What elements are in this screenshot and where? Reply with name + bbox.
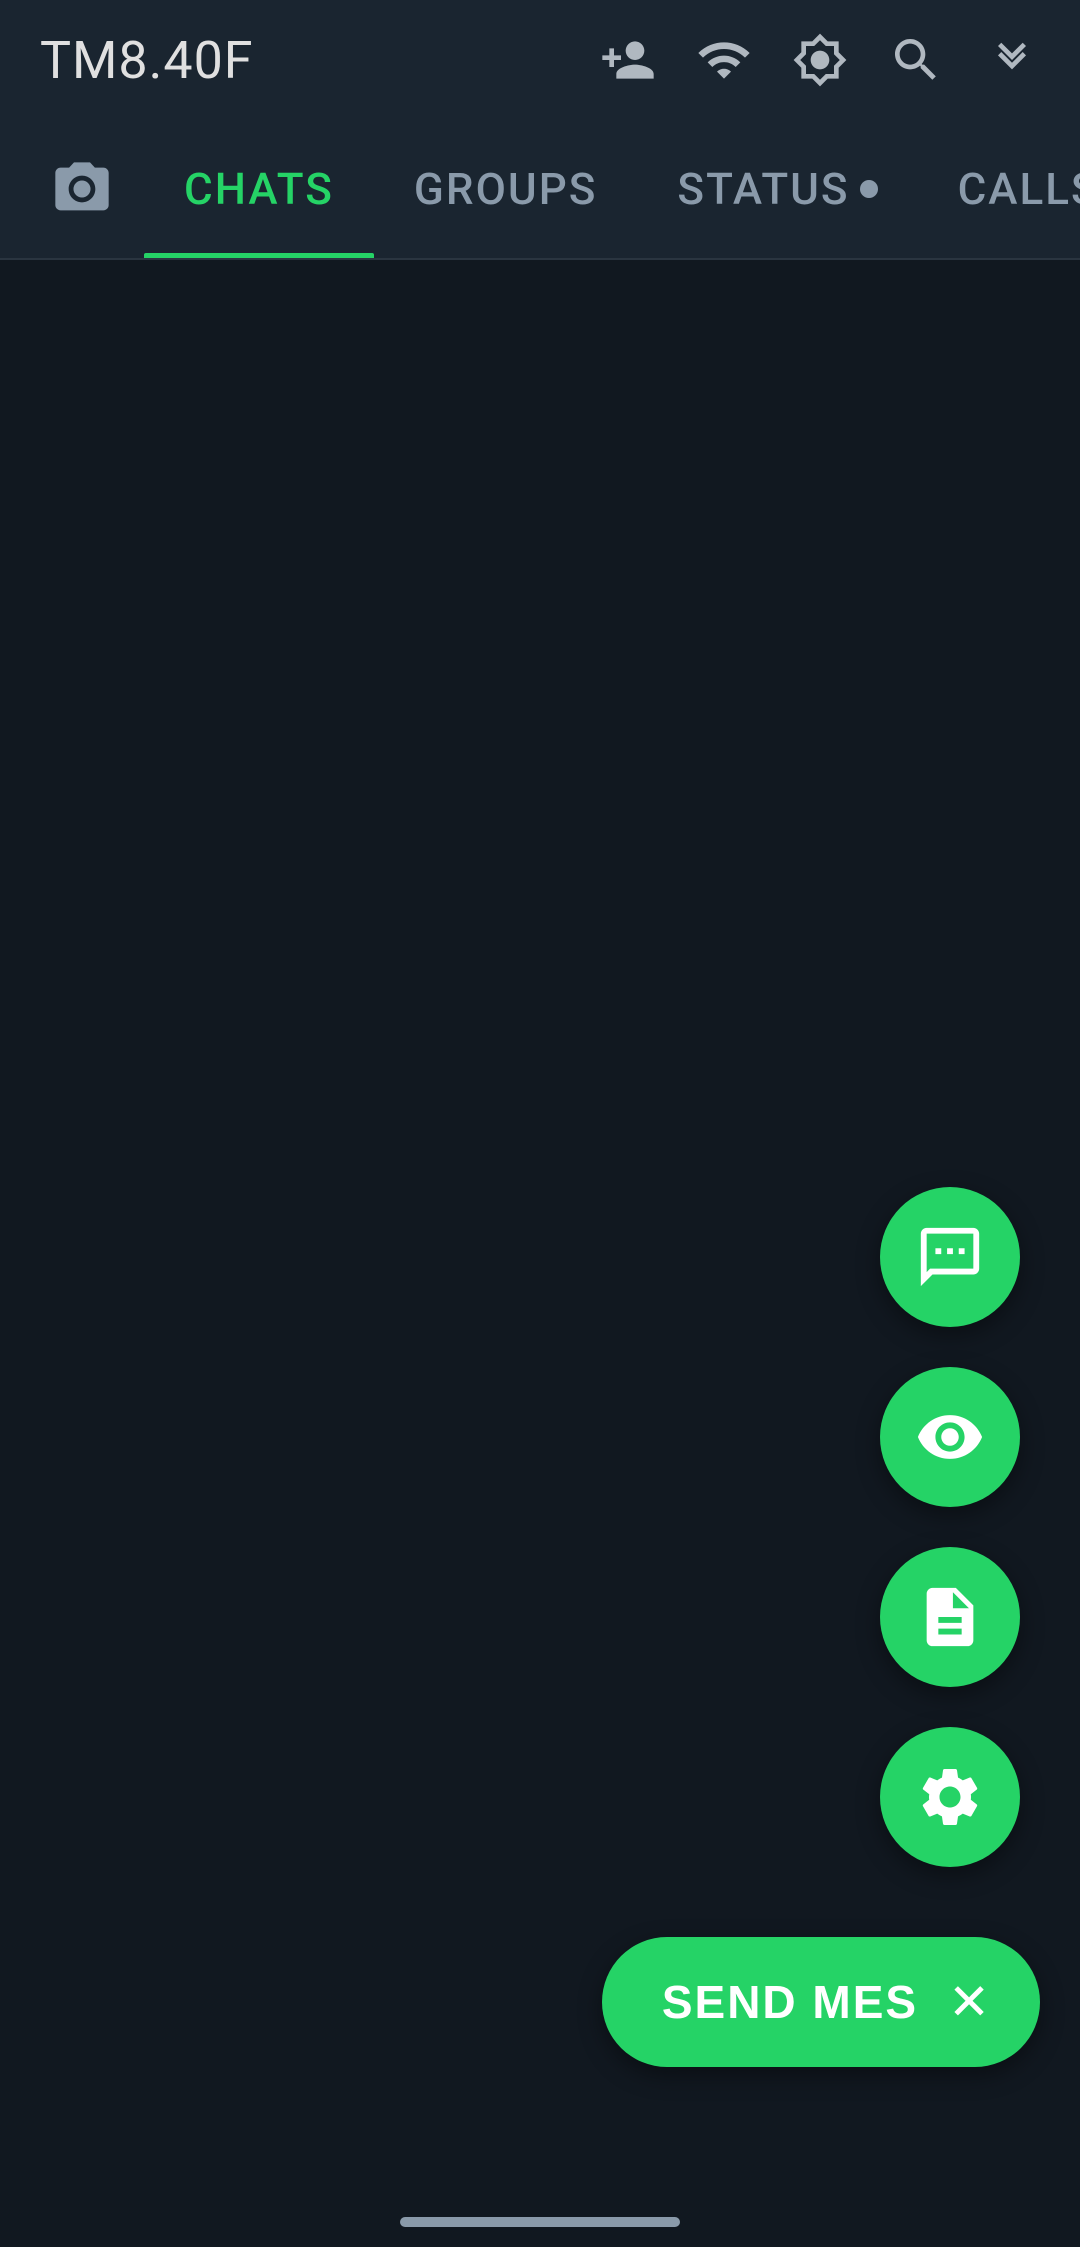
- add-contact-icon[interactable]: [600, 32, 656, 88]
- camera-icon[interactable]: [20, 157, 144, 221]
- fab-container: [880, 1187, 1020, 1867]
- tab-status[interactable]: STATUS: [637, 120, 917, 258]
- search-icon[interactable]: [888, 32, 944, 88]
- status-bar-icons: [600, 32, 1040, 88]
- nav-tabs: CHATS GROUPS STATUS CALLS: [144, 120, 1080, 258]
- close-icon[interactable]: ✕: [948, 1973, 990, 2031]
- bottom-nav-indicator: [400, 2217, 680, 2227]
- status-bar-title: TM8.40F: [40, 30, 254, 91]
- document-fab-button[interactable]: [880, 1547, 1020, 1687]
- send-message-label: SEND MES: [662, 1975, 918, 2029]
- chat-fab-button[interactable]: [880, 1187, 1020, 1327]
- status-bar: TM8.40F: [0, 0, 1080, 120]
- overflow-icon[interactable]: [984, 32, 1040, 88]
- send-message-button[interactable]: SEND MES ✕: [602, 1937, 1040, 2067]
- tab-calls[interactable]: CALLS: [918, 120, 1080, 258]
- settings-fab-button[interactable]: [880, 1727, 1020, 1867]
- nav-bar: CHATS GROUPS STATUS CALLS: [0, 120, 1080, 260]
- main-content: SEND MES ✕: [0, 260, 1080, 2167]
- tab-chats[interactable]: CHATS: [144, 120, 374, 258]
- brightness-icon: [792, 32, 848, 88]
- status-bar-left: TM8.40F: [40, 30, 254, 91]
- wifi-icon: [696, 32, 752, 88]
- tab-groups[interactable]: GROUPS: [374, 120, 638, 258]
- status-notification-dot: [860, 180, 878, 198]
- eye-fab-button[interactable]: [880, 1367, 1020, 1507]
